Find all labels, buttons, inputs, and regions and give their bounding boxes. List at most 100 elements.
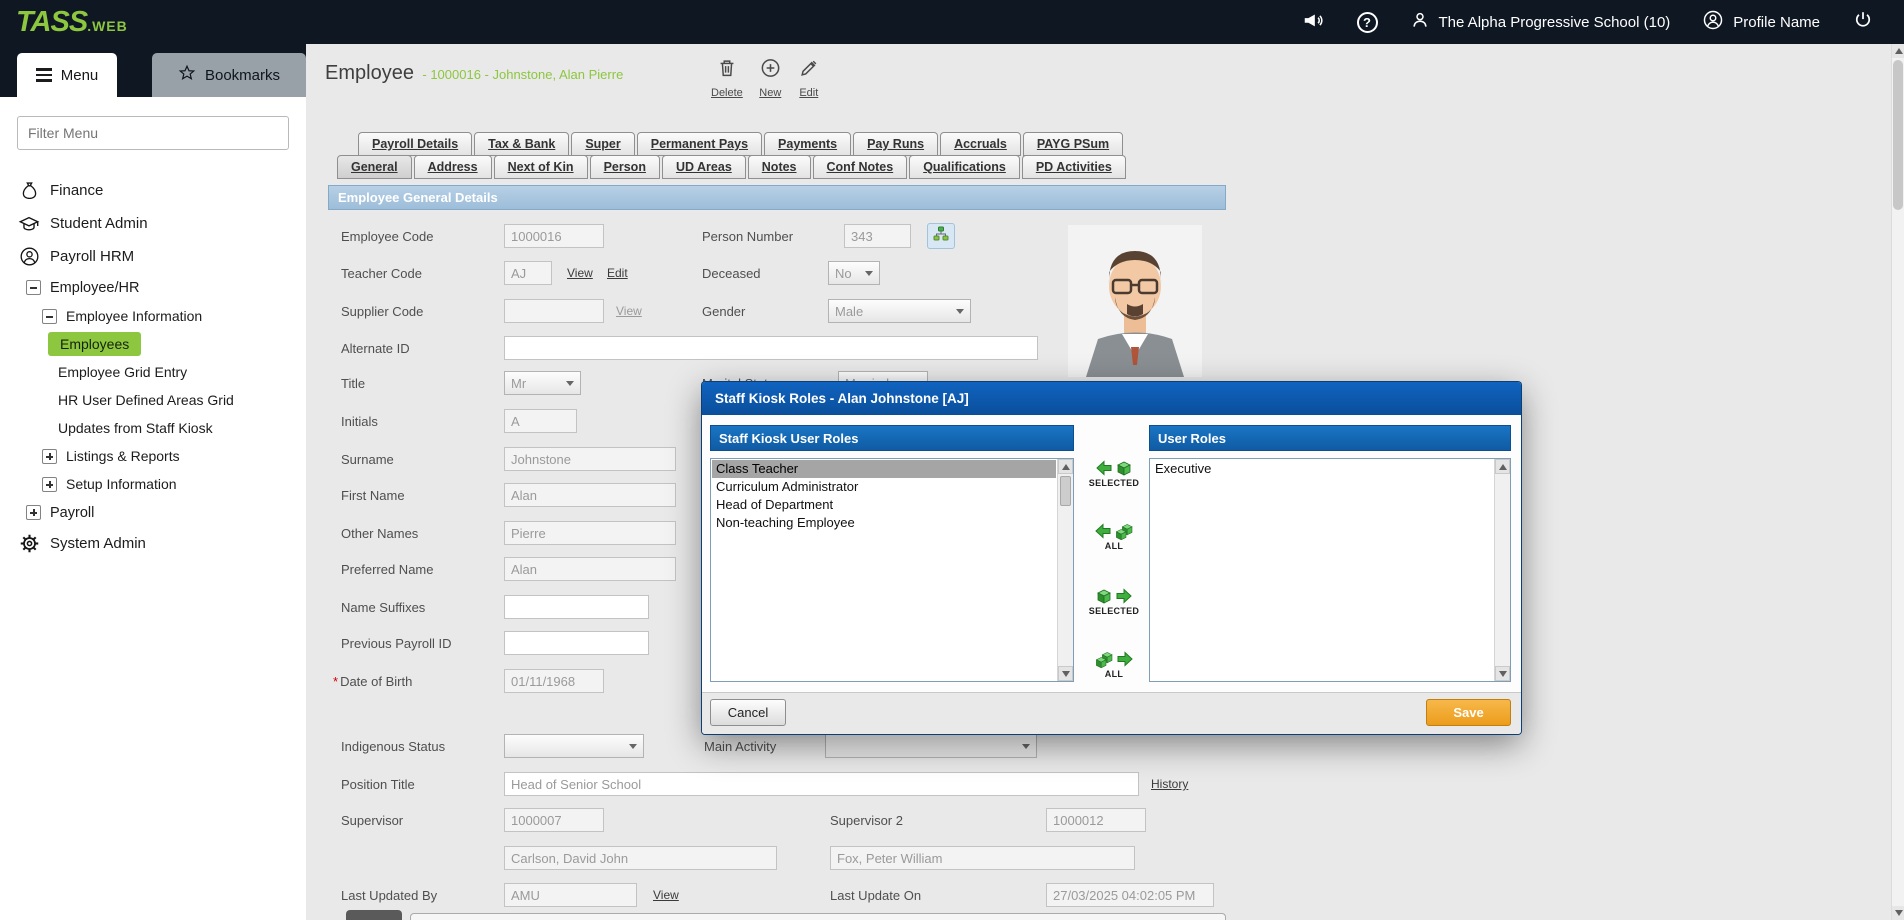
- person-number-input[interactable]: [844, 224, 911, 248]
- date-of-birth-input[interactable]: [504, 669, 604, 693]
- delete-button[interactable]: Delete: [711, 56, 743, 99]
- person-lookup-button[interactable]: [927, 223, 955, 249]
- save-button[interactable]: Save: [1426, 699, 1511, 726]
- partial-bottom-tab[interactable]: [346, 910, 402, 920]
- previous-payroll-id-input[interactable]: [504, 631, 649, 655]
- announcements-button[interactable]: [1301, 9, 1325, 35]
- school-selector[interactable]: The Alpha Progressive School (10): [1410, 10, 1671, 34]
- scroll-down-button[interactable]: [1892, 906, 1904, 920]
- last-updated-by-view-link[interactable]: View: [653, 888, 679, 902]
- supervisor-name-input[interactable]: [504, 846, 777, 870]
- alternate-id-input[interactable]: [504, 336, 1038, 360]
- indigenous-status-select[interactable]: [504, 734, 644, 758]
- move-selected-left-button[interactable]: SELECTED: [1083, 459, 1145, 488]
- tab-payroll-details[interactable]: Payroll Details: [358, 132, 472, 156]
- scroll-up-button[interactable]: [1892, 44, 1904, 58]
- sidebar-item-employee-grid-entry[interactable]: Employee Grid Entry: [0, 358, 306, 386]
- teacher-code-edit-link[interactable]: Edit: [607, 266, 628, 280]
- staff-kiosk-roles-list[interactable]: Class Teacher Curriculum Administrator H…: [710, 458, 1074, 682]
- surname-input[interactable]: [504, 447, 676, 471]
- list-item[interactable]: Executive: [1151, 460, 1493, 478]
- employee-code-input[interactable]: [504, 224, 604, 248]
- tab-general[interactable]: General: [337, 155, 412, 179]
- help-button[interactable]: ?: [1357, 12, 1378, 33]
- sidebar-item-finance[interactable]: Finance: [0, 174, 306, 207]
- tass-logo[interactable]: TASS.WEB: [16, 6, 128, 39]
- expand-icon[interactable]: [26, 505, 41, 520]
- teacher-code-view-link[interactable]: View: [567, 266, 593, 280]
- expand-icon[interactable]: [42, 449, 57, 464]
- sidebar-item-employees[interactable]: Employees: [0, 330, 306, 358]
- supervisor2-input[interactable]: [1046, 808, 1146, 832]
- expand-icon[interactable]: [42, 477, 57, 492]
- move-selected-right-button[interactable]: SELECTED: [1083, 587, 1145, 616]
- gender-select[interactable]: Male: [828, 299, 971, 323]
- initials-input[interactable]: [504, 409, 577, 433]
- other-names-input[interactable]: [504, 521, 676, 545]
- tab-ud-areas[interactable]: UD Areas: [662, 155, 746, 179]
- tab-tax-bank[interactable]: Tax & Bank: [474, 132, 569, 156]
- filter-menu-input[interactable]: [17, 116, 289, 150]
- main-scrollbar[interactable]: [1891, 44, 1904, 920]
- position-title-input[interactable]: [504, 772, 1139, 796]
- sidebar-item-setup-information[interactable]: Setup Information: [0, 470, 306, 498]
- title-select[interactable]: Mr: [504, 371, 581, 395]
- tab-payg-psum[interactable]: PAYG PSum: [1023, 132, 1123, 156]
- collapse-icon[interactable]: [42, 309, 57, 324]
- scrollbar-thumb[interactable]: [1060, 476, 1071, 506]
- supervisor2-name-input[interactable]: [830, 846, 1135, 870]
- name-suffixes-input[interactable]: [504, 595, 649, 619]
- collapse-icon[interactable]: [26, 280, 41, 295]
- sidebar-item-payroll-hrm[interactable]: Payroll HRM: [0, 240, 306, 273]
- tab-pay-runs[interactable]: Pay Runs: [853, 132, 938, 156]
- sidebar-item-system-admin[interactable]: System Admin: [0, 527, 306, 560]
- edit-button[interactable]: Edit: [798, 56, 820, 99]
- scroll-up-button[interactable]: [1495, 459, 1510, 474]
- last-updated-by-input[interactable]: [504, 883, 637, 907]
- supervisor-input[interactable]: [504, 808, 604, 832]
- new-button[interactable]: New: [759, 56, 782, 99]
- move-all-right-button[interactable]: ALL: [1083, 650, 1145, 679]
- list-item[interactable]: Non-teaching Employee: [712, 514, 1056, 532]
- dialog-title-bar[interactable]: Staff Kiosk Roles - Alan Johnstone [AJ]: [702, 382, 1521, 415]
- sidebar-item-hr-user-defined-areas-grid[interactable]: HR User Defined Areas Grid: [0, 386, 306, 414]
- sidebar-item-updates-from-staff-kiosk[interactable]: Updates from Staff Kiosk: [0, 414, 306, 442]
- sidebar-item-student-admin[interactable]: Student Admin: [0, 207, 306, 240]
- tab-payments[interactable]: Payments: [764, 132, 851, 156]
- deceased-select[interactable]: No: [828, 261, 880, 285]
- supplier-code-input[interactable]: [504, 299, 604, 323]
- scroll-down-button[interactable]: [1058, 666, 1073, 681]
- tab-person[interactable]: Person: [590, 155, 660, 179]
- cancel-button[interactable]: Cancel: [710, 699, 786, 726]
- list-item[interactable]: Class Teacher: [712, 460, 1056, 478]
- tab-notes[interactable]: Notes: [748, 155, 811, 179]
- scroll-up-button[interactable]: [1058, 459, 1073, 474]
- tab-conf-notes[interactable]: Conf Notes: [813, 155, 908, 179]
- sidebar-item-payroll[interactable]: Payroll: [0, 498, 306, 527]
- sidebar-item-employee-hr[interactable]: Employee/HR: [0, 273, 306, 302]
- tab-permanent-pays[interactable]: Permanent Pays: [637, 132, 762, 156]
- main-activity-select[interactable]: [825, 734, 1037, 758]
- tab-menu[interactable]: Menu: [17, 53, 117, 97]
- last-update-on-input[interactable]: [1046, 883, 1214, 907]
- tab-bookmarks[interactable]: Bookmarks: [152, 53, 306, 97]
- tab-super[interactable]: Super: [571, 132, 634, 156]
- tab-accruals[interactable]: Accruals: [940, 132, 1021, 156]
- tab-next-of-kin[interactable]: Next of Kin: [494, 155, 588, 179]
- sidebar-item-employee-information[interactable]: Employee Information: [0, 302, 306, 330]
- list-item[interactable]: Head of Department: [712, 496, 1056, 514]
- supplier-code-view-link[interactable]: View: [616, 304, 642, 318]
- scroll-down-button[interactable]: [1495, 666, 1510, 681]
- right-list-scrollbar[interactable]: [1494, 459, 1510, 681]
- list-item[interactable]: Curriculum Administrator: [712, 478, 1056, 496]
- logout-button[interactable]: [1852, 9, 1874, 35]
- user-roles-list[interactable]: Executive: [1149, 458, 1511, 682]
- scrollbar-thumb[interactable]: [1893, 60, 1903, 210]
- left-list-scrollbar[interactable]: [1057, 459, 1073, 681]
- tab-pd-activities[interactable]: PD Activities: [1022, 155, 1126, 179]
- position-title-history-link[interactable]: History: [1151, 777, 1188, 791]
- profile-menu[interactable]: Profile Name: [1702, 9, 1820, 35]
- teacher-code-input[interactable]: [504, 261, 552, 285]
- preferred-name-input[interactable]: [504, 557, 676, 581]
- move-all-left-button[interactable]: ALL: [1083, 522, 1145, 551]
